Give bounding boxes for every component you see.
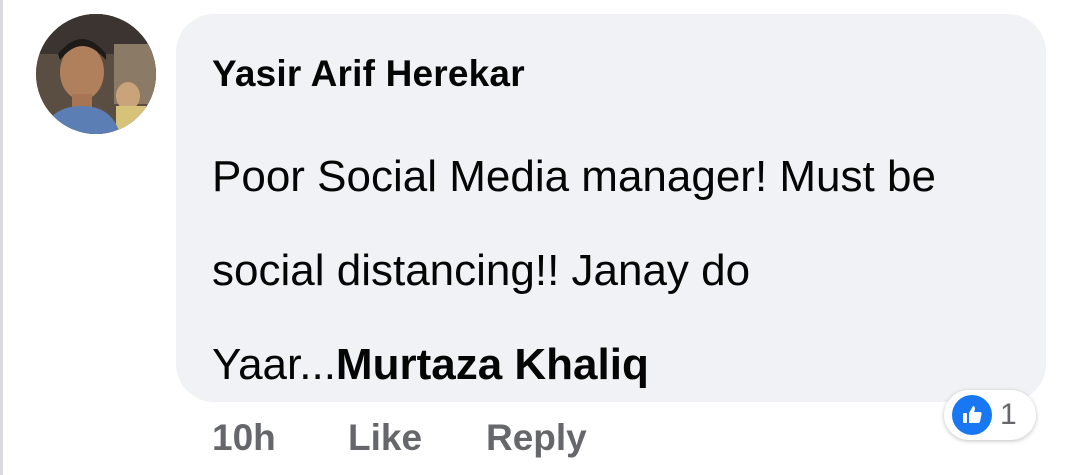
left-divider bbox=[0, 0, 3, 475]
reaction-summary[interactable]: 1 bbox=[944, 390, 1036, 440]
comment-actions: 10h Like Reply bbox=[212, 412, 587, 464]
comment-view: Yasir Arif Herekar Poor Social Media man… bbox=[0, 0, 1080, 475]
reply-button[interactable]: Reply bbox=[486, 412, 587, 464]
avatar[interactable] bbox=[36, 14, 156, 134]
like-button[interactable]: Like bbox=[348, 412, 486, 464]
comment-text: Poor Social Media manager! Must be socia… bbox=[212, 130, 1012, 412]
profile-photo-icon bbox=[36, 14, 156, 134]
reaction-count: 1 bbox=[1000, 398, 1017, 431]
comment-timestamp[interactable]: 10h bbox=[212, 412, 348, 464]
comment-author[interactable]: Yasir Arif Herekar bbox=[212, 52, 525, 96]
mention-link[interactable]: Murtaza Khaliq bbox=[336, 340, 649, 389]
thumbs-up-icon bbox=[952, 395, 992, 435]
